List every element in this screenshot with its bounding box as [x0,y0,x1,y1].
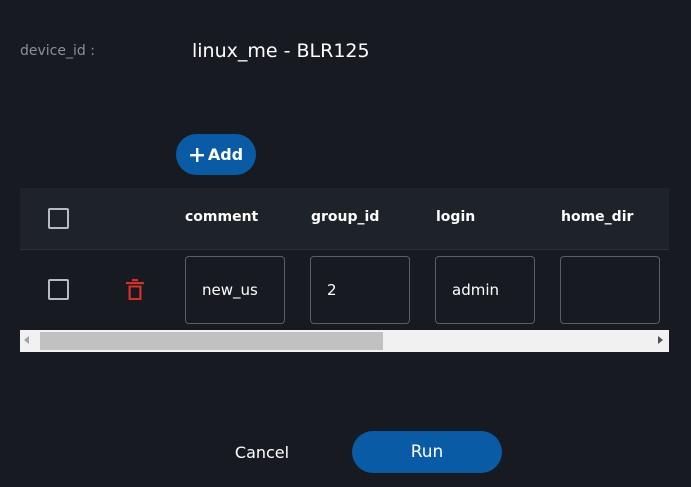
add-button-label: Add [207,145,244,164]
row-select-checkbox[interactable] [48,279,69,300]
column-header-comment: comment [185,209,259,225]
trash-icon[interactable] [125,279,145,301]
select-all-checkbox[interactable] [48,208,69,229]
horizontal-scrollbar[interactable] [20,330,669,352]
add-button[interactable]: Add [176,134,256,175]
device-id-value: linux_me - BLR125 [192,40,370,62]
table-row: new_us 2 admin [20,250,669,330]
group-id-input[interactable]: 2 [310,256,410,324]
cancel-button[interactable]: Cancel [222,432,302,472]
comment-input[interactable]: new_us [185,256,285,324]
scroll-left-arrow-icon[interactable] [24,336,29,344]
dialog: device_id : linux_me - BLR125 Add commen… [0,0,691,487]
column-header-login: login [436,209,476,225]
plus-icon [189,147,204,162]
users-table: comment group_id login home_dir new_us 2… [20,188,669,352]
column-header-group-id: group_id [311,209,380,225]
scroll-right-arrow-icon[interactable] [658,336,663,344]
home-dir-input[interactable] [560,256,660,324]
column-header-home-dir: home_dir [561,209,634,225]
scrollbar-thumb[interactable] [40,332,383,350]
login-input[interactable]: admin [435,256,535,324]
run-button[interactable]: Run [352,431,502,473]
device-id-label: device_id : [20,43,95,59]
table-header: comment group_id login home_dir [20,188,669,250]
